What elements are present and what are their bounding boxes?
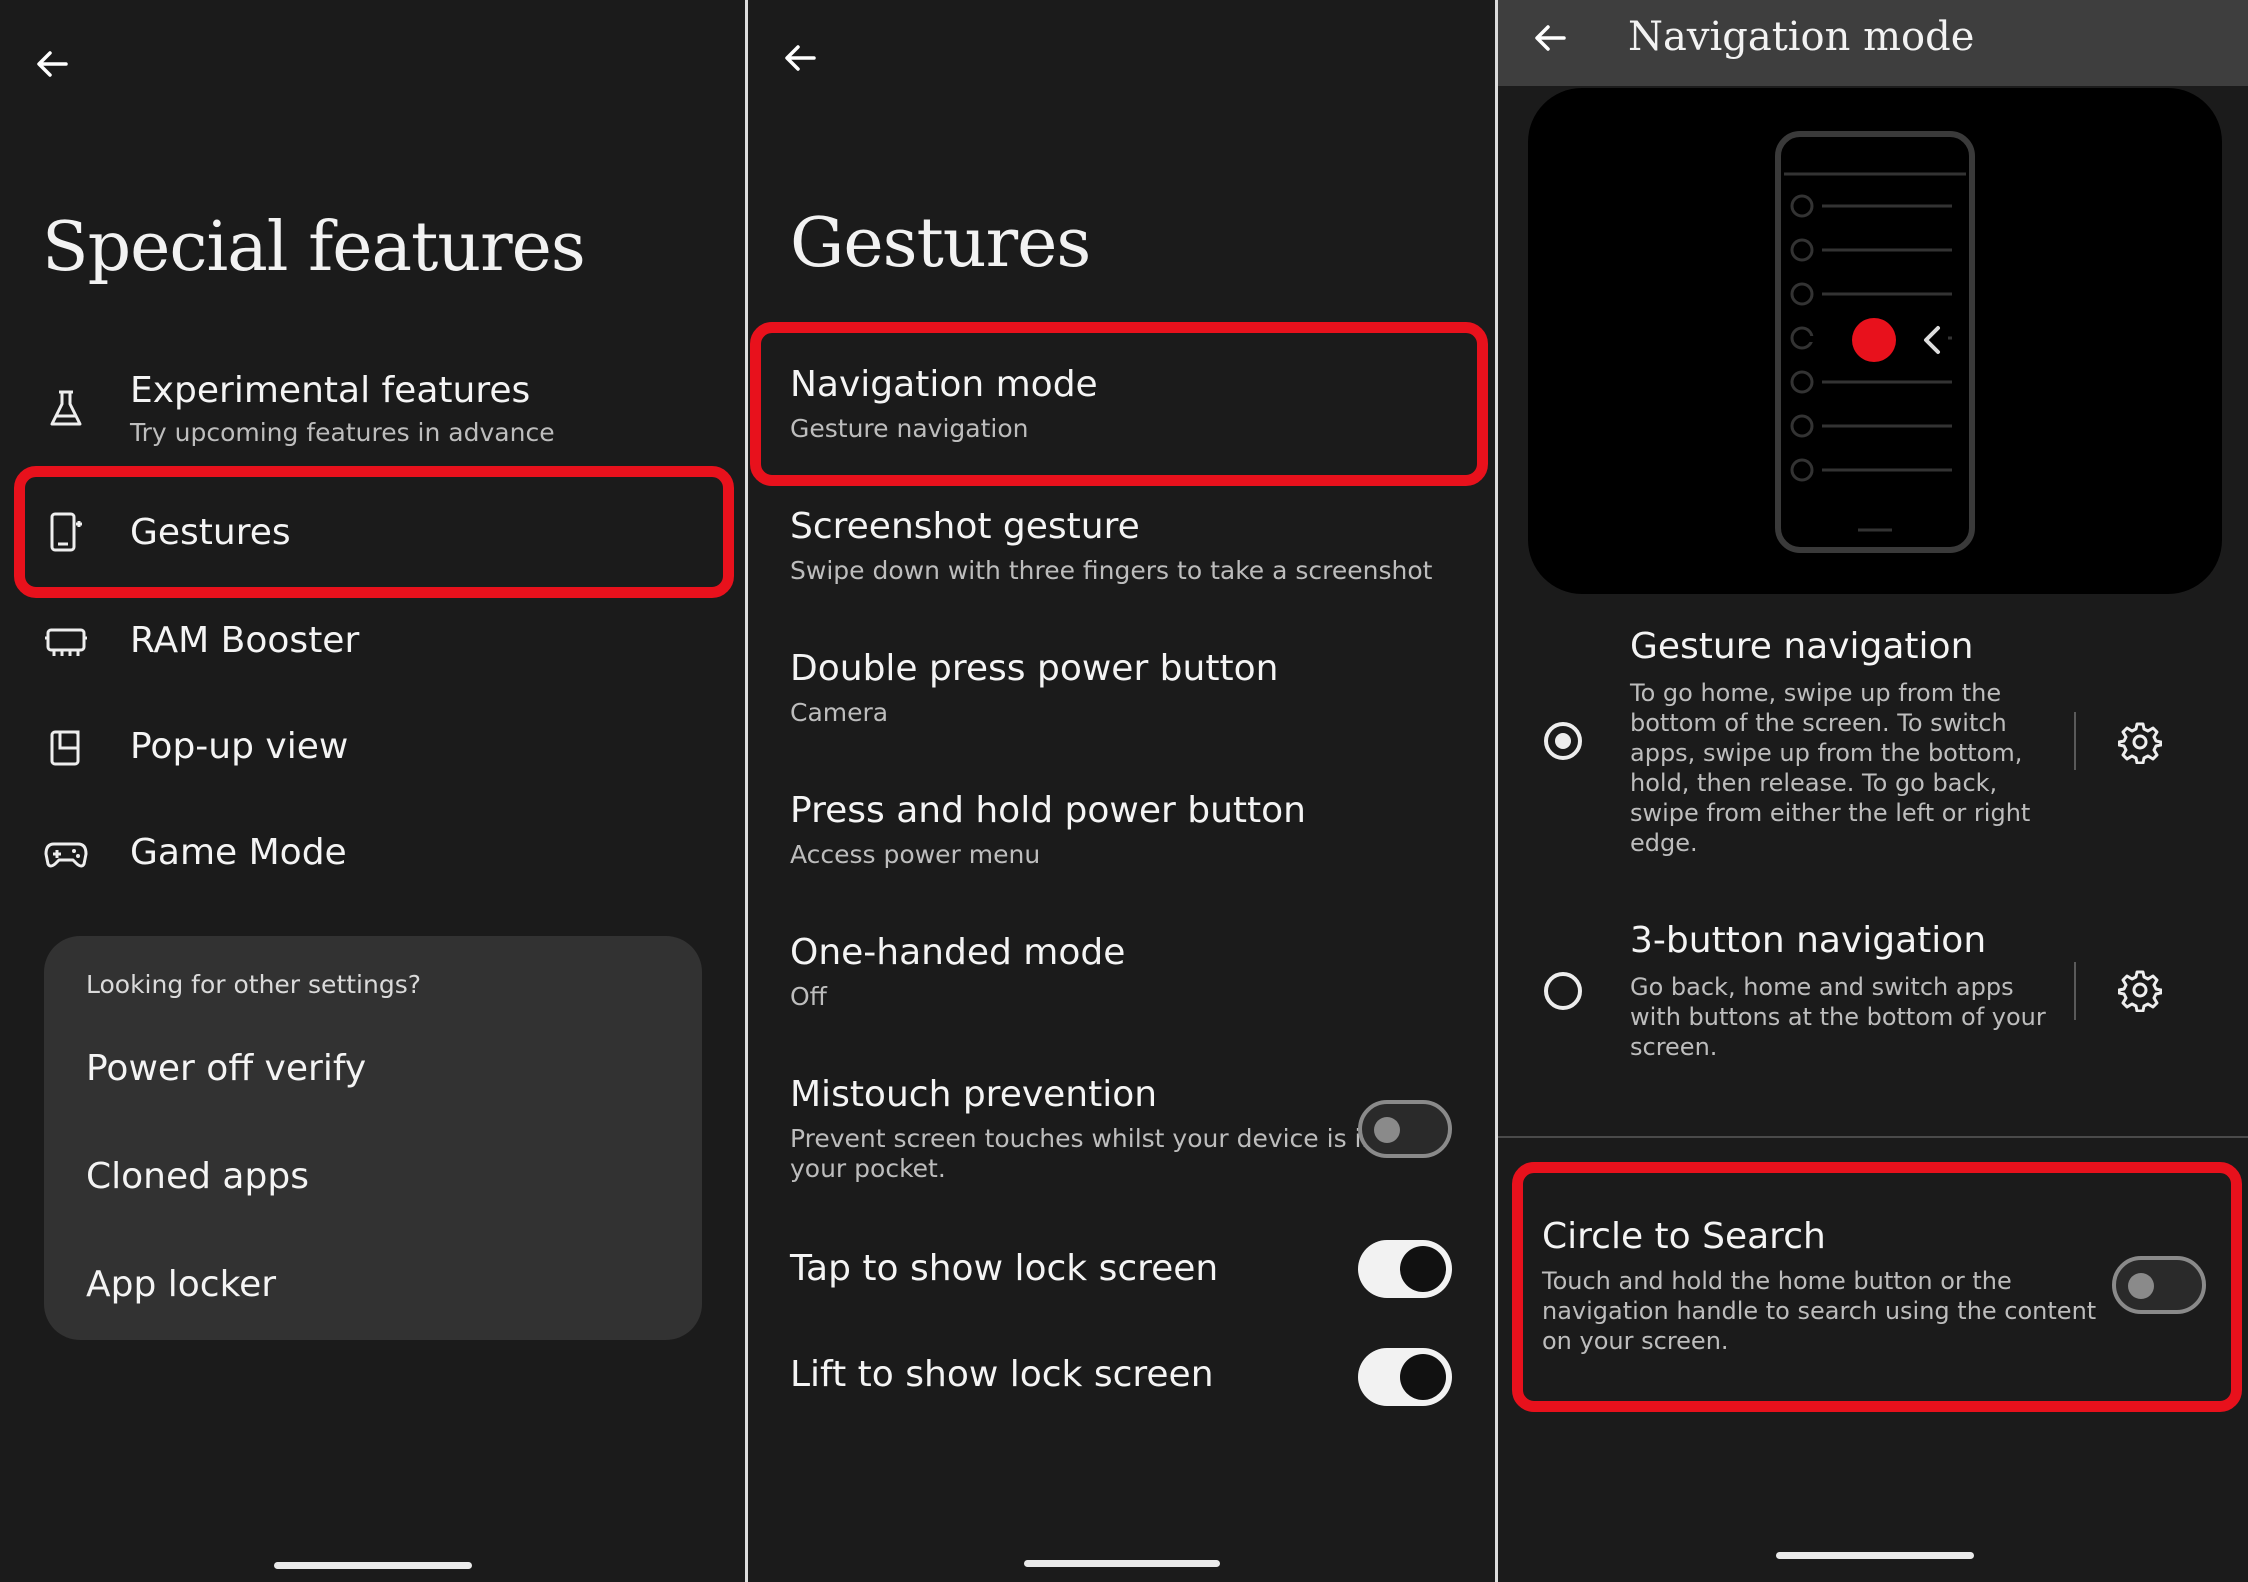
option-label: 3-button navigation bbox=[1630, 920, 1987, 961]
menu-item-label: Pop-up view bbox=[130, 726, 349, 767]
lift-lock-screen-toggle[interactable] bbox=[1358, 1348, 1452, 1406]
desc-line: screen. bbox=[1630, 1033, 1718, 1061]
tap-lock-screen-toggle[interactable] bbox=[1358, 1240, 1452, 1298]
home-indicator[interactable] bbox=[274, 1562, 472, 1569]
gear-icon[interactable] bbox=[2118, 968, 2162, 1012]
home-indicator[interactable] bbox=[1024, 1560, 1220, 1567]
menu-item-label: Screenshot gesture bbox=[790, 506, 1140, 547]
menu-item-sub: Camera bbox=[790, 698, 889, 727]
menu-item-sub: Prevent screen touches whilst your devic… bbox=[790, 1124, 1378, 1153]
special-features-screen: Special features Experimental features T… bbox=[0, 0, 745, 1582]
page-title: Special features bbox=[42, 208, 586, 287]
gestures-screen: Gestures Navigation mode Gesture navigat… bbox=[748, 0, 1495, 1582]
card-item-cloned-apps[interactable]: Cloned apps bbox=[86, 1156, 309, 1197]
mistouch-toggle[interactable] bbox=[1358, 1100, 1452, 1158]
menu-item-label: Press and hold power button bbox=[790, 790, 1306, 831]
flask-icon bbox=[50, 390, 82, 426]
menu-item-sub: Swipe down with three fingers to take a … bbox=[790, 556, 1433, 585]
menu-item-label: Mistouch prevention bbox=[790, 1074, 1158, 1115]
phone-preview-illustration bbox=[1775, 131, 1975, 553]
menu-item-label: Tap to show lock screen bbox=[790, 1248, 1219, 1289]
navigation-mode-screen: Navigation mode Gesture navigation To go… bbox=[1498, 0, 2248, 1582]
separator bbox=[2074, 712, 2076, 770]
highlight-box bbox=[750, 322, 1488, 486]
desc-line: bottom of the screen. To switch bbox=[1630, 709, 2007, 737]
radio-selected-dot bbox=[1555, 733, 1571, 749]
top-app-bar: Navigation mode bbox=[1498, 0, 2248, 86]
desc-line: Go back, home and switch apps bbox=[1630, 973, 2014, 1001]
back-arrow-icon[interactable] bbox=[32, 44, 72, 84]
memory-icon bbox=[45, 628, 87, 656]
navigation-preview bbox=[1528, 88, 2222, 594]
gear-icon[interactable] bbox=[2118, 720, 2162, 764]
home-indicator[interactable] bbox=[1776, 1552, 1974, 1559]
card-heading: Looking for other settings? bbox=[86, 970, 421, 999]
option-label: Gesture navigation bbox=[1630, 626, 1974, 667]
other-settings-card: Looking for other settings? Power off ve… bbox=[44, 936, 702, 1340]
back-arrow-icon[interactable] bbox=[780, 38, 820, 78]
gamepad-icon bbox=[44, 842, 88, 868]
popup-window-icon bbox=[50, 730, 80, 766]
option-description: To go home, swipe up from the bottom of … bbox=[1630, 678, 2030, 858]
card-item-app-locker[interactable]: App locker bbox=[86, 1264, 276, 1305]
desc-line: apps, swipe up from the bottom, bbox=[1630, 739, 2023, 767]
radio-3-button-navigation[interactable] bbox=[1544, 972, 1582, 1010]
menu-item-label: Double press power button bbox=[790, 648, 1279, 689]
menu-item-label: Game Mode bbox=[130, 832, 347, 873]
desc-line: with buttons at the bottom of your bbox=[1630, 1003, 2046, 1031]
toggle-knob bbox=[1374, 1117, 1400, 1143]
desc-line: edge. bbox=[1630, 829, 1698, 857]
menu-item-label: RAM Booster bbox=[130, 620, 360, 661]
page-title: Gestures bbox=[790, 204, 1091, 283]
menu-item-label: Lift to show lock screen bbox=[790, 1354, 1214, 1395]
menu-item-label: One-handed mode bbox=[790, 932, 1126, 973]
desc-line: hold, then release. To go back, bbox=[1630, 769, 1998, 797]
section-divider bbox=[1498, 1136, 2248, 1138]
separator bbox=[2074, 962, 2076, 1020]
menu-item-sub: Access power menu bbox=[790, 840, 1041, 869]
desc-line: swipe from either the left or right bbox=[1630, 799, 2031, 827]
desc-line: To go home, swipe up from the bbox=[1630, 679, 2002, 707]
menu-item-sub: Try upcoming features in advance bbox=[130, 418, 555, 447]
option-description: Go back, home and switch apps with butto… bbox=[1630, 972, 2046, 1062]
back-arrow-icon[interactable] bbox=[1530, 18, 1570, 58]
menu-item-sub: Off bbox=[790, 982, 827, 1011]
menu-item-label: Experimental features bbox=[130, 370, 531, 411]
page-title: Navigation mode bbox=[1628, 14, 1975, 60]
highlight-box bbox=[1512, 1162, 2242, 1412]
toggle-knob bbox=[1400, 1354, 1446, 1400]
card-item-power-off-verify[interactable]: Power off verify bbox=[86, 1048, 366, 1089]
radio-gesture-navigation[interactable] bbox=[1544, 722, 1582, 760]
menu-item-sub: your pocket. bbox=[790, 1154, 946, 1183]
highlight-box bbox=[14, 466, 734, 598]
toggle-knob bbox=[1400, 1246, 1446, 1292]
